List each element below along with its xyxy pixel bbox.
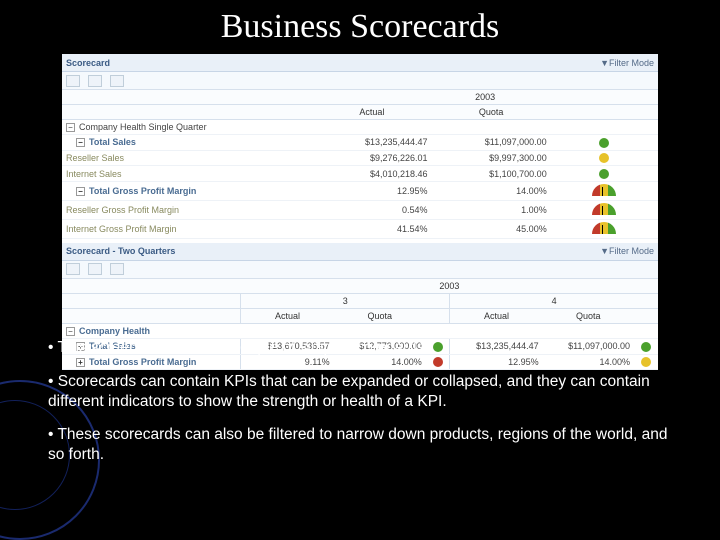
table-row: Reseller Sales $9,276,226.01 $9,997,300.… bbox=[62, 150, 658, 166]
toolbar-icon[interactable] bbox=[110, 263, 124, 275]
bullet-3: • These scorecards can also be filtered … bbox=[48, 425, 668, 465]
cell-value: 41.54% bbox=[312, 219, 431, 238]
col-actual: Actual bbox=[312, 105, 431, 120]
cell-value: $4,010,218.46 bbox=[312, 166, 431, 182]
col-quota: Quota bbox=[334, 308, 426, 323]
col-actual: Actual bbox=[241, 308, 334, 323]
row-reseller-gpm-label: Reseller Gross Profit Margin bbox=[62, 200, 312, 219]
cell-value: 0.54% bbox=[312, 200, 431, 219]
gauge-icon bbox=[592, 184, 616, 196]
cell-value: 12.95% bbox=[312, 181, 431, 200]
col-quota: Quota bbox=[432, 105, 551, 120]
cell-value: 1.00% bbox=[432, 200, 551, 219]
cell-value: $1,100,700.00 bbox=[432, 166, 551, 182]
scorecard1-toolbar bbox=[62, 72, 658, 90]
collapse-icon[interactable]: − bbox=[76, 138, 85, 147]
col-quota: Quota bbox=[543, 308, 634, 323]
slide-title: Business Scorecards bbox=[0, 0, 720, 50]
collapse-icon[interactable]: − bbox=[66, 123, 75, 132]
bullet-2: • Scorecards can contain KPIs that can b… bbox=[48, 372, 668, 412]
collapse-icon[interactable]: − bbox=[76, 187, 85, 196]
scorecard2-title: Scorecard - Two Quarters bbox=[66, 246, 175, 256]
scorecard1-table: 2003 Actual Quota −Company Health Single… bbox=[62, 90, 658, 239]
cell-value: 45.00% bbox=[432, 219, 551, 238]
q3-header: 3 bbox=[241, 293, 450, 308]
row-total-sales-label: Total Sales bbox=[89, 137, 136, 147]
row-tgpm-label: Total Gross Profit Margin bbox=[89, 186, 196, 196]
cell-value: 14.00% bbox=[432, 181, 551, 200]
table-row: −Total Gross Profit Margin 12.95% 14.00% bbox=[62, 181, 658, 200]
scorecard2-header: Scorecard - Two Quarters ▼Filter Mode bbox=[62, 243, 658, 261]
screenshot-container: Scorecard ▼Filter Mode 2003 Actual Quota… bbox=[62, 54, 658, 370]
q4-header: 4 bbox=[450, 293, 658, 308]
group-label: Company Health bbox=[79, 326, 150, 336]
scorecard1-filter-mode[interactable]: ▼Filter Mode bbox=[600, 58, 654, 68]
scorecard1-year: 2003 bbox=[312, 90, 658, 105]
scorecard2-year: 2003 bbox=[241, 279, 658, 294]
scorecard2-toolbar bbox=[62, 261, 658, 279]
table-row: Internet Gross Profit Margin 41.54% 45.0… bbox=[62, 219, 658, 238]
cell-value: $11,097,000.00 bbox=[432, 135, 551, 151]
indicator-yellow-icon bbox=[599, 153, 609, 163]
col-actual: Actual bbox=[450, 308, 543, 323]
scorecard1-header: Scorecard ▼Filter Mode bbox=[62, 54, 658, 72]
scorecard1-title: Scorecard bbox=[66, 58, 110, 68]
table-row: −Company Health bbox=[62, 323, 658, 338]
indicator-green-icon bbox=[599, 138, 609, 148]
cell-value: $13,235,444.47 bbox=[312, 135, 431, 151]
cell-value: $9,276,226.01 bbox=[312, 150, 431, 166]
toolbar-icon[interactable] bbox=[110, 75, 124, 87]
toolbar-icon[interactable] bbox=[66, 75, 80, 87]
row-internet-gpm-label: Internet Gross Profit Margin bbox=[62, 219, 312, 238]
bullet-1: • This screenshot shows a couple of simp… bbox=[48, 338, 668, 358]
scorecard2-filter-mode[interactable]: ▼Filter Mode bbox=[600, 246, 654, 256]
bullet-list: • This screenshot shows a couple of simp… bbox=[48, 338, 668, 479]
row-internet-sales-label: Internet Sales bbox=[62, 166, 312, 182]
cell-value: $9,997,300.00 bbox=[432, 150, 551, 166]
table-row: −Company Health Single Quarter bbox=[62, 120, 658, 135]
gauge-icon bbox=[592, 203, 616, 215]
row-reseller-sales-label: Reseller Sales bbox=[62, 150, 312, 166]
toolbar-icon[interactable] bbox=[88, 75, 102, 87]
toolbar-icon[interactable] bbox=[66, 263, 80, 275]
collapse-icon[interactable]: − bbox=[66, 327, 75, 336]
table-row: Internet Sales $4,010,218.46 $1,100,700.… bbox=[62, 166, 658, 182]
indicator-green-icon bbox=[599, 169, 609, 179]
table-row: −Total Sales $13,235,444.47 $11,097,000.… bbox=[62, 135, 658, 151]
gauge-icon bbox=[592, 222, 616, 234]
group-label: Company Health Single Quarter bbox=[79, 122, 207, 132]
toolbar-icon[interactable] bbox=[88, 263, 102, 275]
table-row: Reseller Gross Profit Margin 0.54% 1.00% bbox=[62, 200, 658, 219]
